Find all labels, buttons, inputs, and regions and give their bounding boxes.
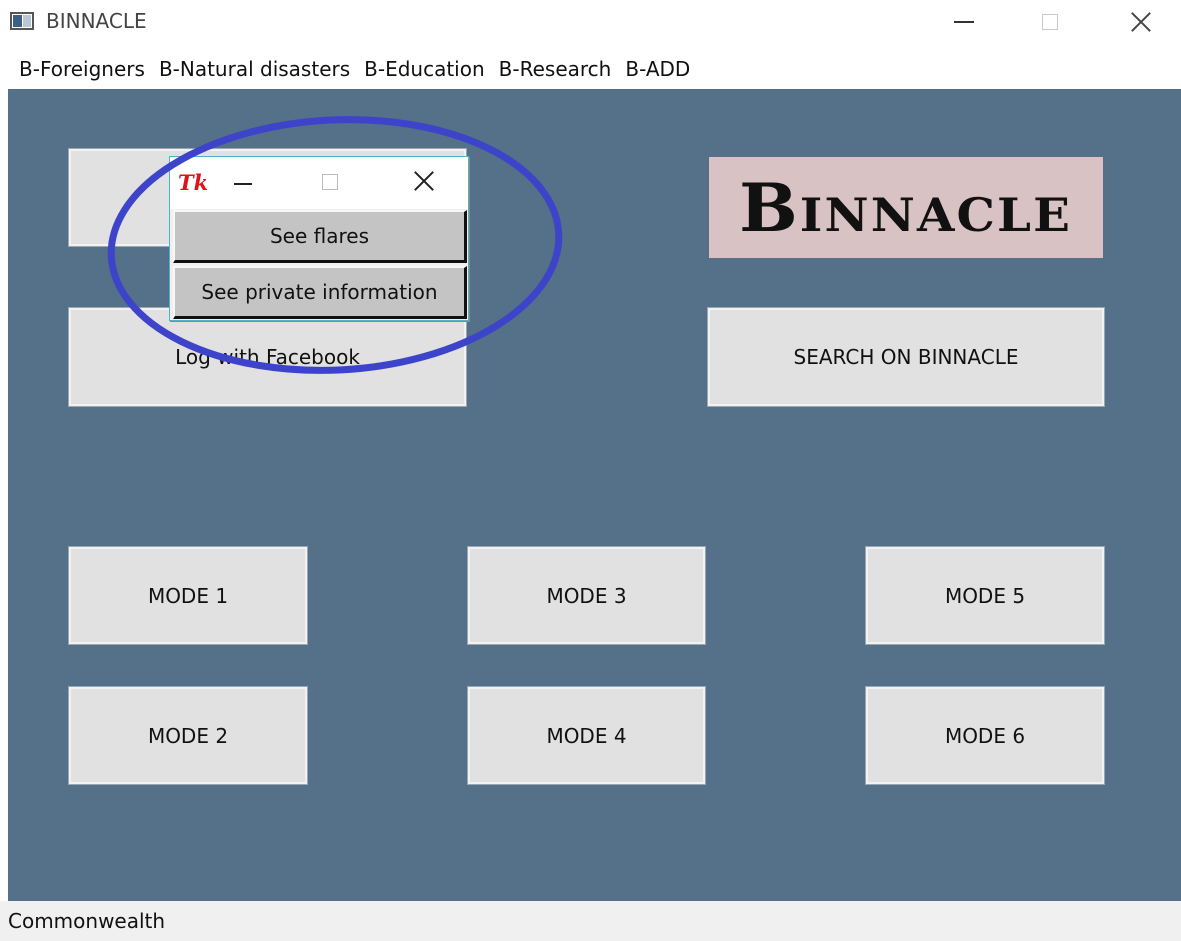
popup-window: Tk See flares See private information (169, 156, 469, 321)
menu-item-foreigners[interactable]: B-Foreigners (12, 53, 152, 85)
minimize-icon (954, 21, 974, 23)
mode-6-button[interactable]: MODE 6 (865, 686, 1105, 785)
popup-minimize-icon[interactable] (234, 183, 252, 185)
close-icon (1129, 10, 1153, 34)
binnacle-logo: Binnacle (709, 157, 1103, 258)
window-titlebar: BINNACLE (0, 0, 1181, 44)
close-button[interactable] (1111, 0, 1171, 44)
status-text: Commonwealth (8, 909, 166, 933)
see-flares-button[interactable]: See flares (173, 210, 467, 263)
search-on-binnacle-button[interactable]: SEARCH ON BINNACLE (707, 307, 1105, 407)
popup-maximize-icon[interactable] (322, 174, 338, 190)
maximize-button[interactable] (1020, 0, 1080, 44)
status-bar: Commonwealth (0, 901, 1181, 941)
tk-feather-icon: Tk (178, 170, 209, 195)
window-title: BINNACLE (46, 9, 147, 33)
menu-item-education[interactable]: B-Education (357, 53, 492, 85)
popup-close-icon[interactable] (413, 170, 435, 192)
app-window-icon (10, 12, 34, 30)
mode-4-button[interactable]: MODE 4 (467, 686, 706, 785)
mode-5-button[interactable]: MODE 5 (865, 546, 1105, 645)
log-with-facebook-button[interactable]: Log with Facebook (68, 307, 467, 407)
menu-item-natural-disasters[interactable]: B-Natural disasters (152, 53, 357, 85)
see-private-information-button[interactable]: See private information (173, 266, 467, 319)
maximize-icon (1042, 14, 1058, 30)
mode-3-button[interactable]: MODE 3 (467, 546, 706, 645)
logo-text: Binnacle (739, 168, 1073, 247)
menubar: B-Foreigners B-Natural disasters B-Educa… (0, 50, 1181, 88)
mode-2-button[interactable]: MODE 2 (68, 686, 308, 785)
popup-titlebar: Tk (170, 157, 468, 209)
minimize-button[interactable] (934, 0, 994, 44)
menu-item-add[interactable]: B-ADD (618, 53, 697, 85)
mode-1-button[interactable]: MODE 1 (68, 546, 308, 645)
menu-item-research[interactable]: B-Research (492, 53, 619, 85)
